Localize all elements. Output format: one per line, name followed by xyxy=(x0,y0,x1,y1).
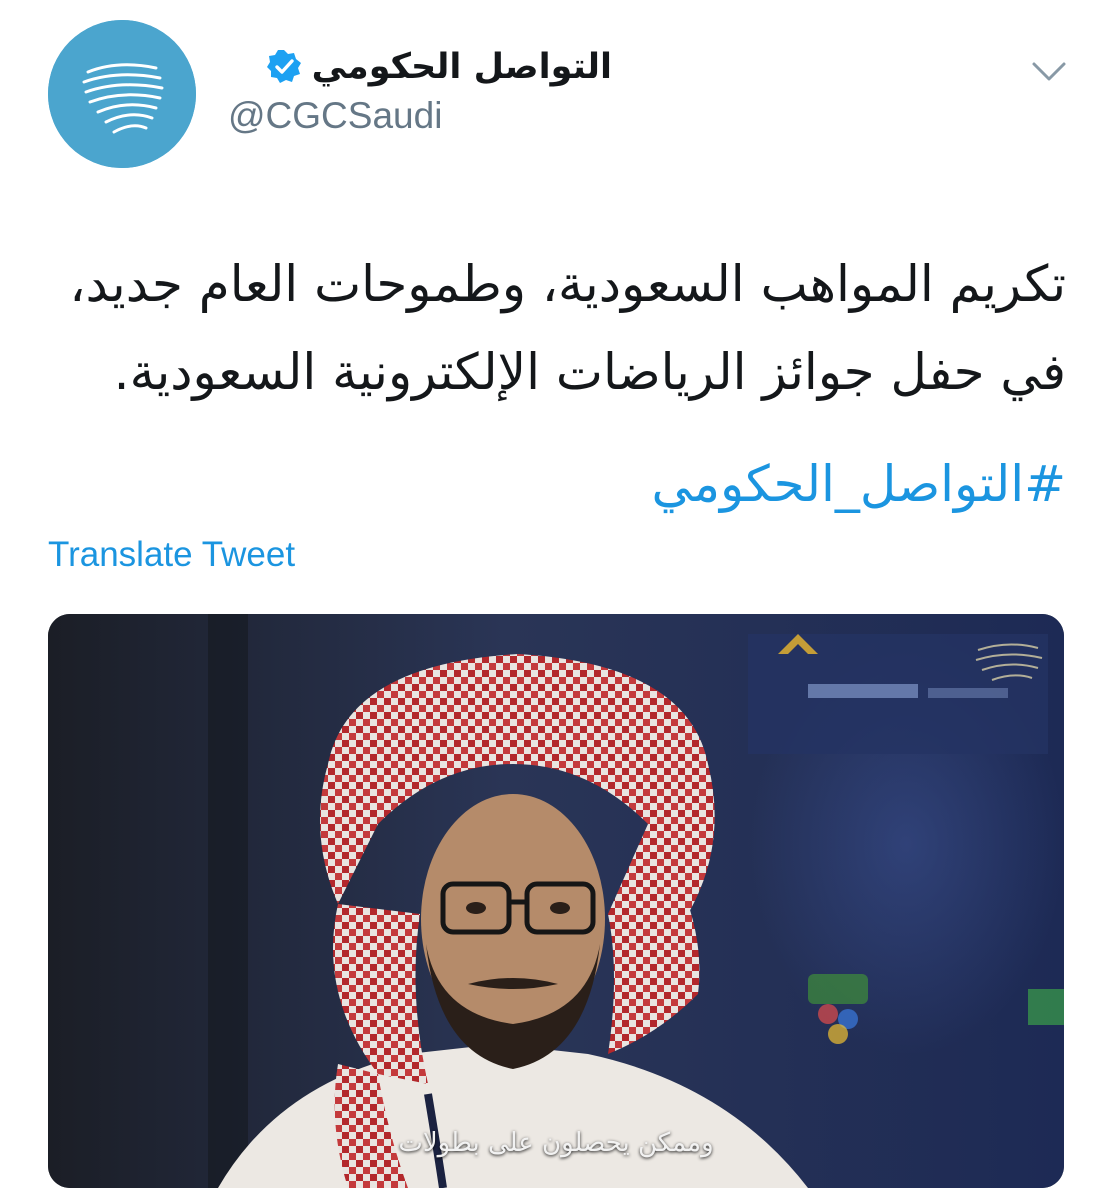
video-media-card[interactable]: وممكن يحصلون على بطولات xyxy=(48,614,1064,1188)
tweet-text-line: في حفل جوائز الرياضات الإلكترونية السعود… xyxy=(113,343,1066,401)
tweet-text-line: تكريم المواهب السعودية، وطموحات العام جد… xyxy=(69,255,1066,313)
verified-badge-icon xyxy=(266,50,301,83)
avatar[interactable] xyxy=(48,20,196,168)
video-frame xyxy=(48,614,1064,1188)
translate-tweet-link[interactable]: Translate Tweet xyxy=(48,535,295,575)
tweet-text: تكريم المواهب السعودية، وطموحات العام جد… xyxy=(66,240,1066,416)
account-handle[interactable]: @CGCSaudi xyxy=(228,95,442,137)
display-name-row[interactable]: التواصل الحكومي xyxy=(266,42,612,92)
hashtag-link[interactable]: #التواصل_الحكومي xyxy=(652,440,1066,528)
cgc-logo-icon xyxy=(48,20,196,168)
chevron-down-icon[interactable] xyxy=(1026,52,1072,90)
display-name[interactable]: التواصل الحكومي xyxy=(312,47,612,87)
video-subtitle: وممكن يحصلون على بطولات xyxy=(398,1128,714,1158)
